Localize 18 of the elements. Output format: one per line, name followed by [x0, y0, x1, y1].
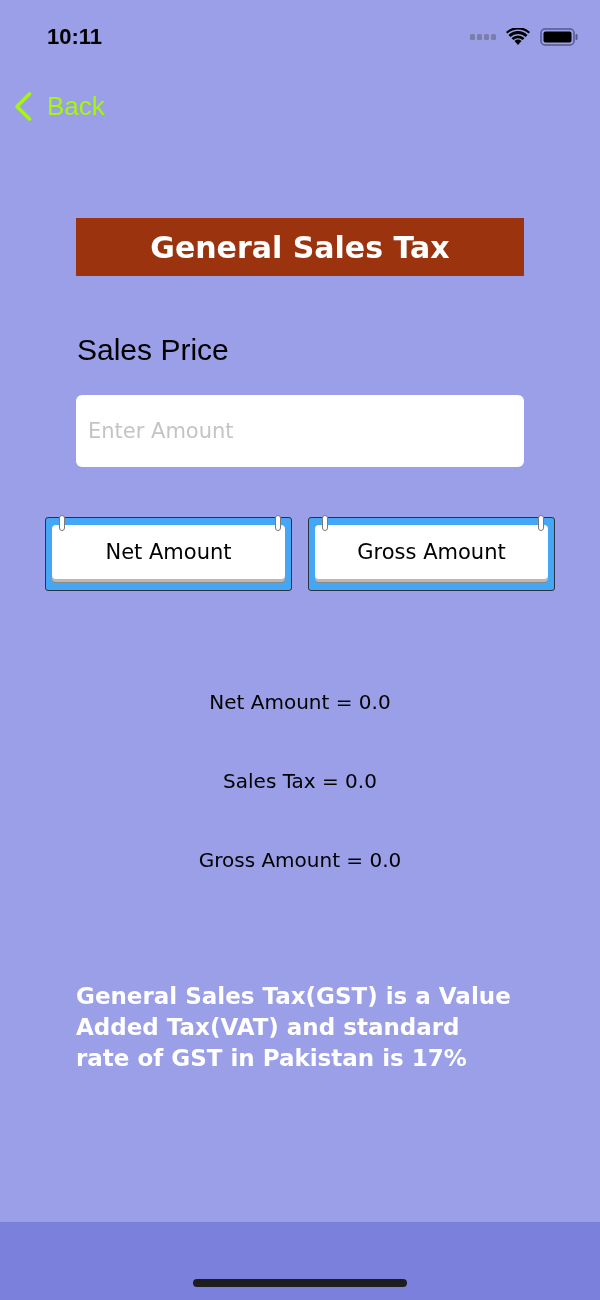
ring-icon — [322, 515, 328, 531]
wifi-icon — [506, 28, 530, 46]
field-label: Sales Price — [76, 332, 230, 368]
ring-icon — [275, 515, 281, 531]
title-banner: General Sales Tax — [76, 218, 524, 276]
amount-input[interactable]: Enter Amount — [76, 395, 524, 467]
result-text: Gross Amount = 0.0 — [198, 847, 402, 873]
ring-icon — [538, 515, 544, 531]
info-text: General Sales Tax(GST) is a Value Added Tax(VAT) and standard rate of GST in Pakistan is 17% — [76, 982, 512, 1073]
result-text: Sales Tax = 0.0 — [223, 768, 377, 794]
calculate-button[interactable]: Net Amount — [45, 517, 292, 591]
signal-icon — [470, 34, 496, 40]
ring-icon — [59, 515, 65, 531]
chevron-left-icon — [14, 91, 32, 121]
result-text: Net Amount = 0.0 — [209, 689, 391, 715]
calculate-button[interactable]: Gross Amount — [308, 517, 555, 591]
status-time: 10:11 — [47, 24, 103, 50]
battery-icon — [540, 28, 578, 46]
